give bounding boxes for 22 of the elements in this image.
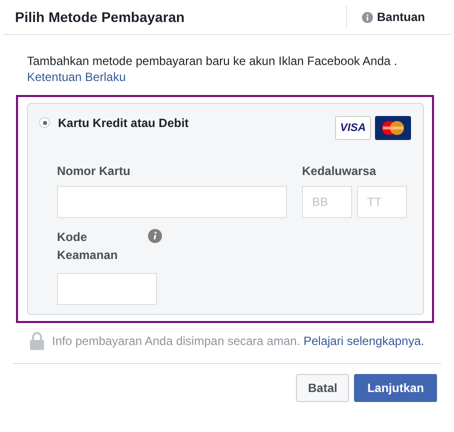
mastercard-icon [375, 116, 411, 140]
field-label: Nomor Kartu [57, 163, 132, 178]
visa-logo: VISA [335, 116, 371, 140]
lock-icon [30, 332, 44, 350]
field-label: Kode Keamanan [57, 229, 119, 264]
info-icon[interactable] [148, 229, 162, 243]
help-link[interactable]: Bantuan [362, 8, 425, 26]
security-note: Info pembayaran Anda disimpan secara aman. Pelajari selengkapnya. [52, 333, 424, 350]
month-field[interactable]: BB [302, 186, 352, 218]
year-field[interactable]: TT [357, 186, 407, 218]
method-label: Kartu Kredit atau Debit [58, 115, 189, 132]
radio-button[interactable] [39, 117, 50, 128]
learn-more-link[interactable]: Pelajari selengkapnya. [303, 334, 424, 348]
security-code-field[interactable] [57, 273, 157, 305]
intro-text: Tambahkan metode pembayaran baru ke akun Iklan Facebook Anda . [27, 53, 398, 69]
field-label: Kedaluwarsa [302, 163, 378, 178]
terms-link[interactable]: Ketentuan Berlaku [27, 70, 126, 84]
info-icon [362, 12, 373, 22]
cancel-button[interactable]: Batal [296, 374, 350, 402]
dialog-title: Pilih Metode Pembayaran [14, 8, 186, 27]
card-number-field[interactable] [57, 186, 287, 218]
continue-button[interactable]: Lanjutkan [354, 374, 437, 402]
